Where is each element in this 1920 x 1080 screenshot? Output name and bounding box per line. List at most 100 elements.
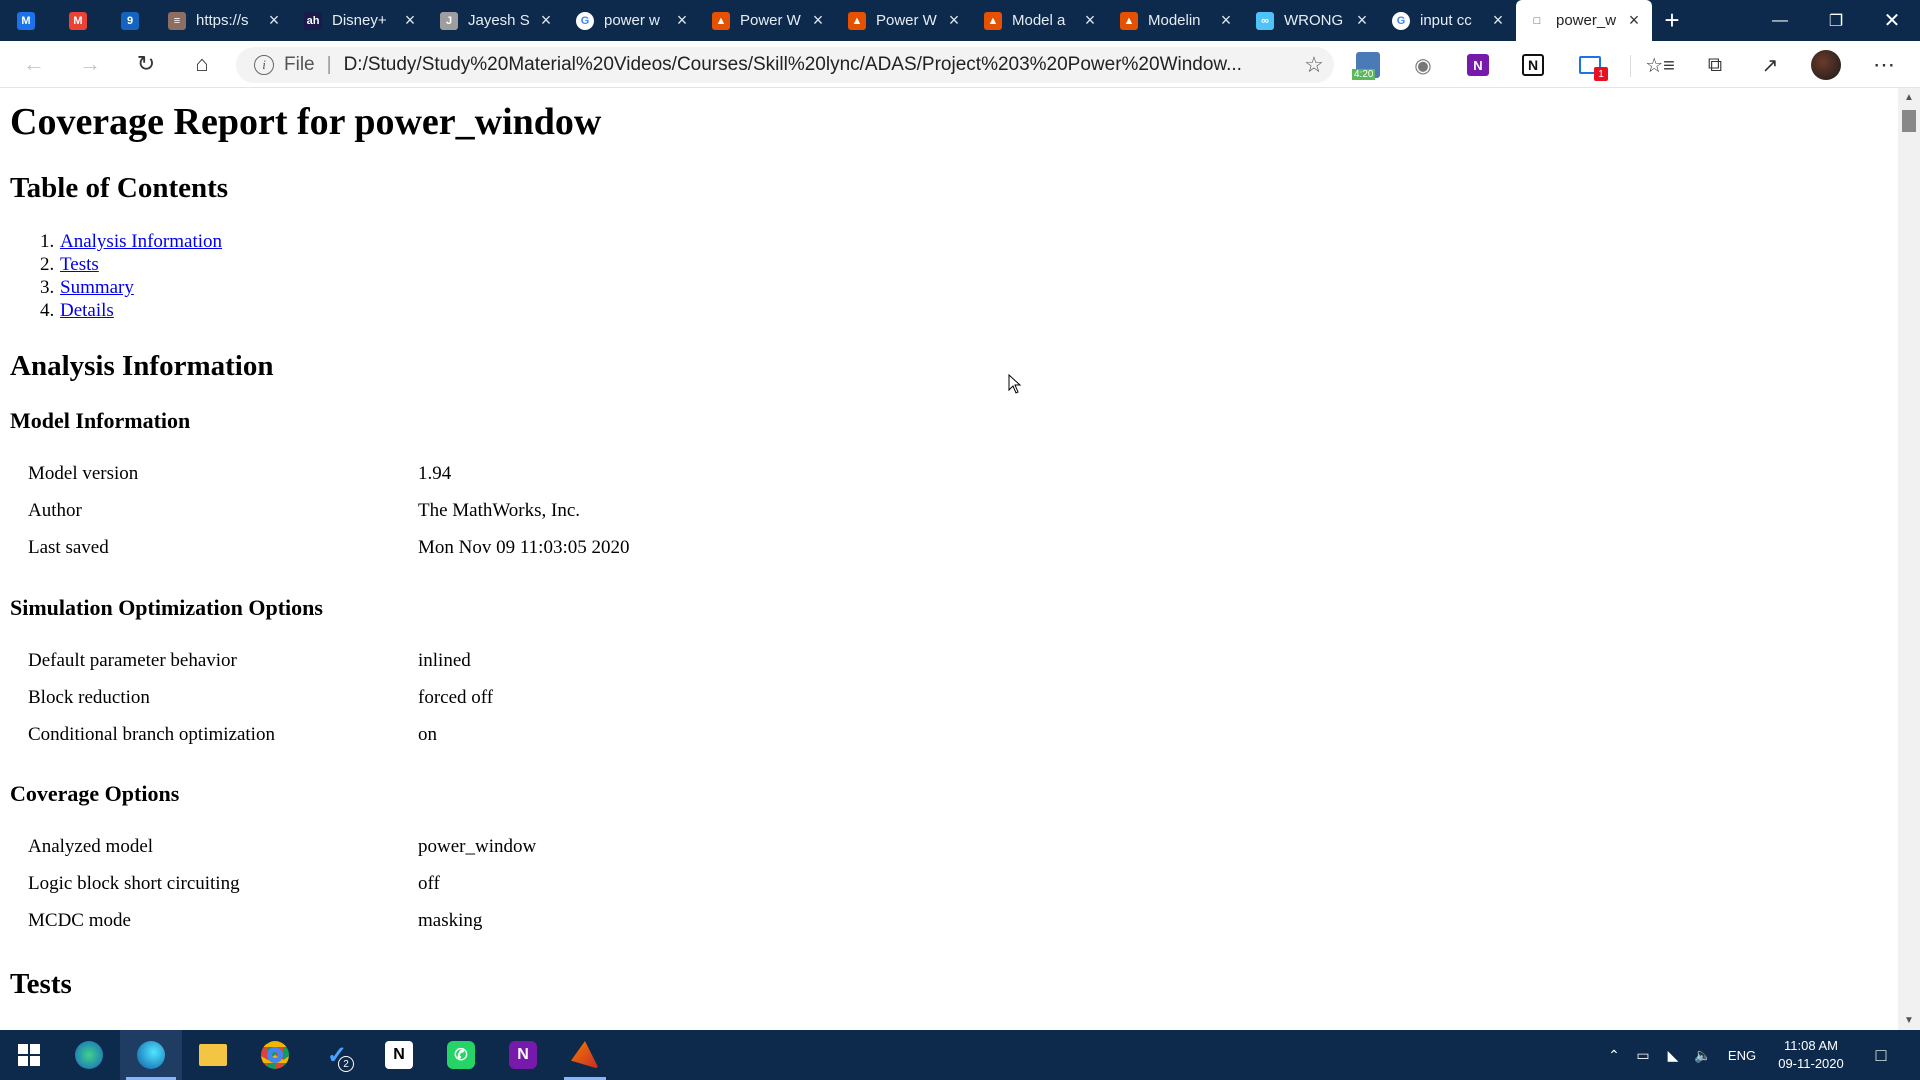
row-value: off: [418, 873, 440, 894]
minimize-button[interactable]: —: [1752, 0, 1808, 41]
avatar: [1811, 50, 1841, 80]
wifi-icon[interactable]: ◣: [1658, 1047, 1688, 1064]
taskbar-todo[interactable]: ✓ 2: [306, 1030, 368, 1080]
url-text[interactable]: D:/Study/Study%20Material%20Videos/Cours…: [344, 54, 1294, 76]
vertical-scrollbar[interactable]: ▲ ▼: [1898, 88, 1920, 1030]
tab-close-icon[interactable]: ×: [266, 10, 282, 31]
battery-icon[interactable]: ▭: [1628, 1047, 1658, 1064]
tab-favicon-icon: ▲: [984, 11, 1002, 30]
tab-active[interactable]: □ power_w ×: [1516, 0, 1652, 41]
tab-8[interactable]: ▲ Power W ×: [836, 0, 972, 41]
extension-button-timer[interactable]: 4:20: [1350, 47, 1386, 83]
tab-close-icon[interactable]: ×: [402, 10, 418, 31]
tab-close-icon[interactable]: ×: [1626, 10, 1642, 31]
profile-button[interactable]: [1808, 47, 1844, 83]
toc-item: 1. Analysis Information: [40, 230, 222, 253]
whatsapp-icon: ✆: [447, 1041, 475, 1069]
settings-more-button[interactable]: ⋯: [1866, 47, 1902, 83]
tab-close-icon[interactable]: ×: [946, 10, 962, 31]
tab-favicon-icon: M: [69, 11, 87, 30]
collections-button[interactable]: ⧉: [1697, 47, 1733, 83]
new-tab-button[interactable]: +: [1652, 0, 1692, 41]
tab-10[interactable]: ▲ Modelin ×: [1108, 0, 1244, 41]
address-bar[interactable]: i File | D:/Study/Study%20Material%20Vid…: [236, 47, 1334, 83]
tab-favicon-icon: G: [1392, 11, 1410, 30]
tests-heading: Tests: [10, 968, 72, 1000]
taskbar-whatsapp[interactable]: ✆: [430, 1030, 492, 1080]
tab-title: Power W: [740, 12, 801, 29]
start-button[interactable]: [0, 1030, 58, 1080]
favorites-button[interactable]: ☆≡: [1642, 47, 1678, 83]
tab-close-icon[interactable]: ×: [1218, 10, 1234, 31]
tab-favicon-icon: 9: [121, 11, 139, 30]
close-window-button[interactable]: ✕: [1864, 0, 1920, 41]
tab-favicon-icon: □: [1528, 11, 1546, 30]
share-button[interactable]: ↗: [1752, 47, 1788, 83]
taskbar-chrome[interactable]: [244, 1030, 306, 1080]
model-info-table: Model version 1.94 Author The MathWorks, In…: [28, 455, 629, 566]
tab-close-icon[interactable]: ×: [1490, 10, 1506, 31]
tab-9[interactable]: ▲ Model a ×: [972, 0, 1108, 41]
restore-button[interactable]: ❐: [1808, 0, 1864, 41]
tab-title: Power W: [876, 12, 937, 29]
tab-4[interactable]: ah Disney+ ×: [292, 0, 428, 41]
onenote-extension-button[interactable]: N: [1460, 47, 1496, 83]
language-indicator[interactable]: ENG: [1718, 1048, 1766, 1063]
tab-12[interactable]: Ginput cc ×: [1380, 0, 1516, 41]
tab-6[interactable]: Gpower w ×: [564, 0, 700, 41]
home-button[interactable]: ⌂: [174, 44, 230, 84]
tab-11[interactable]: ∞ WRONG ×: [1244, 0, 1380, 41]
favorite-star-icon[interactable]: ☆: [1294, 52, 1334, 78]
tab-0[interactable]: M: [0, 0, 52, 41]
toc-link-tests[interactable]: Tests: [60, 254, 99, 275]
notifications-extension-button[interactable]: 1: [1572, 47, 1608, 83]
toolbar-divider: [1630, 55, 1631, 77]
mouse-cursor-icon: [1008, 374, 1022, 394]
notion-icon: N: [385, 1041, 413, 1069]
toc-link-analysis-information[interactable]: Analysis Information: [60, 231, 222, 252]
table-row: Conditional branch optimization on: [28, 716, 493, 753]
toc-link-summary[interactable]: Summary: [60, 277, 134, 298]
notion-extension-button[interactable]: N: [1515, 47, 1551, 83]
tab-close-icon[interactable]: ×: [538, 10, 554, 31]
tab-5[interactable]: J Jayesh S ×: [428, 0, 564, 41]
camera-icon: ◉: [1414, 54, 1432, 77]
refresh-icon: ↻: [136, 51, 156, 76]
browser-toolbar: ← → ↻ ⌂ i File | D:/Study/Study%20Materi…: [0, 41, 1920, 88]
taskbar-matlab[interactable]: [554, 1030, 616, 1080]
tab-7[interactable]: ▲ Power W ×: [700, 0, 836, 41]
taskbar-notion[interactable]: N: [368, 1030, 430, 1080]
scroll-down-arrow-icon[interactable]: ▼: [1898, 1015, 1920, 1026]
clock[interactable]: 11:08 AM 09-11-2020: [1766, 1037, 1856, 1073]
tab-close-icon[interactable]: ×: [810, 10, 826, 31]
tab-close-icon[interactable]: ×: [1354, 10, 1370, 31]
tab-2[interactable]: 9: [104, 0, 156, 41]
action-center-icon[interactable]: □: [1856, 1045, 1906, 1066]
taskbar-file-explorer[interactable]: [182, 1030, 244, 1080]
volume-icon[interactable]: 🔈: [1688, 1047, 1718, 1064]
tab-3[interactable]: ≡ https://s ×: [156, 0, 292, 41]
tab-close-icon[interactable]: ×: [1082, 10, 1098, 31]
tab-title: Model a: [1012, 12, 1066, 29]
table-row: Author The MathWorks, Inc.: [28, 492, 629, 529]
site-info-icon[interactable]: i: [254, 55, 274, 75]
refresh-button[interactable]: ↻: [118, 44, 174, 84]
scroll-up-arrow-icon[interactable]: ▲: [1898, 92, 1920, 103]
tab-close-icon[interactable]: ×: [674, 10, 690, 31]
toc-link-details[interactable]: Details: [60, 300, 114, 321]
tab-favicon-icon: ∞: [1256, 11, 1274, 30]
tray-expand-icon[interactable]: ⌃: [1600, 1047, 1628, 1064]
system-tray: ⌃ ▭ ◣ 🔈 ENG 11:08 AM 09-11-2020 □: [1600, 1030, 1906, 1080]
taskbar-onenote[interactable]: N: [492, 1030, 554, 1080]
screenshot-button[interactable]: ◉: [1405, 47, 1441, 83]
sim-opts-table: Default parameter behavior inlined Block r…: [28, 642, 493, 753]
back-button[interactable]: ←: [6, 44, 62, 84]
tab-1[interactable]: M: [52, 0, 104, 41]
scroll-thumb[interactable]: [1902, 110, 1916, 132]
taskbar-edge-beta[interactable]: [58, 1030, 120, 1080]
forward-button[interactable]: →: [62, 44, 118, 84]
tab-title: power w: [604, 12, 660, 29]
page-title: Coverage Report for power_window: [10, 101, 602, 143]
toc-number: 2.: [40, 254, 55, 275]
taskbar-edge[interactable]: [120, 1030, 182, 1080]
